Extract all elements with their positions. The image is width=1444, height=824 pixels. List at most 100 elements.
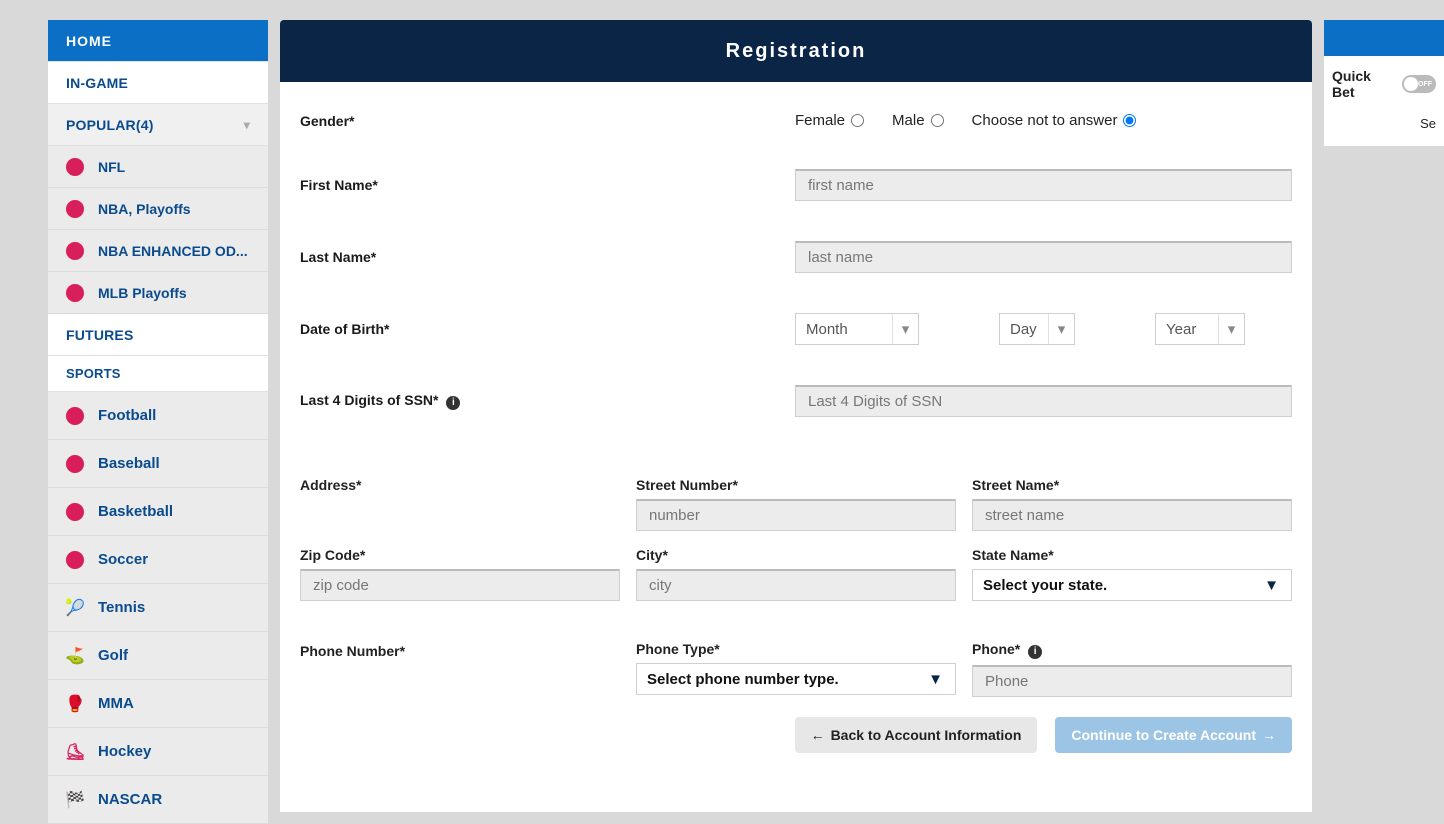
gender-na-option[interactable]: Choose not to answer — [972, 112, 1137, 129]
state-select[interactable]: Select your state. ▼ — [972, 569, 1292, 601]
nav-sports-header: SPORTS — [48, 356, 268, 392]
nav-home[interactable]: HOME — [48, 20, 268, 62]
nav-item-label: Football — [98, 407, 156, 424]
nav-sport-golf[interactable]: ⛳ Golf — [48, 632, 268, 680]
nav-futures[interactable]: FUTURES — [48, 314, 268, 356]
state-label: State Name* — [972, 547, 1292, 563]
registration-header: Registration — [280, 20, 1312, 82]
nav-sport-hockey[interactable]: ⛸ Hockey — [48, 728, 268, 776]
phone-input[interactable] — [972, 665, 1292, 697]
sidebar-nav: HOME IN-GAME POPULAR(4) ▾ NFL NBA, Playo… — [48, 20, 268, 812]
dob-month-select[interactable]: Month ▾ — [795, 313, 919, 345]
nav-item-label: NBA, Playoffs — [98, 201, 191, 217]
gender-male-radio[interactable] — [931, 114, 944, 127]
dob-month-text: Month — [806, 321, 848, 338]
gender-female-radio[interactable] — [851, 114, 864, 127]
street-name-input[interactable] — [972, 499, 1292, 531]
dob-day-select[interactable]: Day ▾ — [999, 313, 1075, 345]
caret-down-icon: ▼ — [1264, 577, 1279, 594]
gender-female-option[interactable]: Female — [795, 112, 864, 129]
city-label: City* — [636, 547, 956, 563]
last-name-label: Last Name* — [300, 249, 795, 265]
phone-type-select-text: Select phone number type. — [647, 671, 839, 688]
gender-label: Gender* — [300, 113, 795, 129]
continue-button[interactable]: Continue to Create Account → — [1055, 717, 1292, 753]
zip-label: Zip Code* — [300, 547, 620, 563]
chevron-down-icon: ▾ — [1218, 314, 1244, 344]
zip-input[interactable] — [300, 569, 620, 601]
nav-in-game[interactable]: IN-GAME — [48, 62, 268, 104]
basketball-icon — [66, 503, 84, 521]
nascar-icon: 🏁 — [66, 791, 84, 809]
address-label: Address* — [300, 477, 620, 493]
nav-item-label: MMA — [98, 695, 134, 712]
nav-item-label: Golf — [98, 647, 128, 664]
ssn-label-text: Last 4 Digits of SSN* — [300, 392, 438, 408]
nav-sport-football[interactable]: Football — [48, 392, 268, 440]
chevron-down-icon: ▾ — [1048, 314, 1074, 344]
quick-bet-toggle[interactable]: OFF — [1402, 75, 1436, 93]
state-select-text: Select your state. — [983, 577, 1107, 594]
quick-bet-label: Quick Bet — [1332, 68, 1396, 100]
gender-male-option[interactable]: Male — [892, 112, 944, 129]
football-icon — [66, 407, 84, 425]
gender-radio-group: Female Male Choose not to answer — [795, 112, 1292, 129]
back-button-label: Back to Account Information — [831, 727, 1022, 743]
info-icon[interactable]: i — [1028, 645, 1042, 659]
last-name-input[interactable] — [795, 241, 1292, 273]
phone-label: Phone* i — [972, 641, 1292, 659]
gender-male-text: Male — [892, 112, 925, 129]
tennis-icon: 🎾 — [66, 599, 84, 617]
city-input[interactable] — [636, 569, 956, 601]
continue-button-label: Continue to Create Account — [1071, 727, 1256, 743]
nav-sport-baseball[interactable]: Baseball — [48, 440, 268, 488]
golf-icon: ⛳ — [66, 647, 84, 665]
arrow-left-icon: ← — [811, 727, 825, 743]
nav-popular-mlb[interactable]: MLB Playoffs — [48, 272, 268, 314]
phone-label-text: Phone* — [972, 641, 1020, 657]
first-name-input[interactable] — [795, 169, 1292, 201]
nav-sport-mma[interactable]: 🥊 MMA — [48, 680, 268, 728]
hockey-icon: ⛸ — [66, 743, 84, 761]
nav-item-label: Hockey — [98, 743, 151, 760]
right-secondary-text: Se — [1332, 100, 1436, 131]
betslip-header — [1324, 20, 1444, 56]
nav-popular-nba-playoffs[interactable]: NBA, Playoffs — [48, 188, 268, 230]
nav-popular-nfl[interactable]: NFL — [48, 146, 268, 188]
gender-na-radio[interactable] — [1123, 114, 1136, 127]
nav-sport-tennis[interactable]: 🎾 Tennis — [48, 584, 268, 632]
phone-type-label: Phone Type* — [636, 641, 956, 657]
gender-female-text: Female — [795, 112, 845, 129]
gender-na-text: Choose not to answer — [972, 112, 1118, 129]
registration-form: Gender* Female Male Choose not to answer — [280, 82, 1312, 812]
nav-item-label: Baseball — [98, 455, 160, 472]
street-number-input[interactable] — [636, 499, 956, 531]
dob-year-select[interactable]: Year ▾ — [1155, 313, 1245, 345]
nav-popular-label: POPULAR(4) — [66, 117, 154, 133]
football-icon — [66, 158, 84, 176]
nav-item-label: NBA ENHANCED OD... — [98, 243, 248, 259]
dob-day-text: Day — [1010, 321, 1037, 338]
ssn-input[interactable] — [795, 385, 1292, 417]
nav-item-label: Soccer — [98, 551, 148, 568]
nav-sport-soccer[interactable]: Soccer — [48, 536, 268, 584]
info-icon[interactable]: i — [446, 396, 460, 410]
nav-sport-nascar[interactable]: 🏁 NASCAR — [48, 776, 268, 824]
chevron-down-icon: ▾ — [892, 314, 918, 344]
first-name-label: First Name* — [300, 177, 795, 193]
ssn-label: Last 4 Digits of SSN* i — [300, 392, 795, 410]
phone-number-label: Phone Number* — [300, 643, 620, 659]
street-name-label: Street Name* — [972, 477, 1292, 493]
nav-item-label: MLB Playoffs — [98, 285, 187, 301]
nav-popular[interactable]: POPULAR(4) ▾ — [48, 104, 268, 146]
nav-popular-nba-enhanced[interactable]: NBA ENHANCED OD... — [48, 230, 268, 272]
phone-type-select[interactable]: Select phone number type. ▼ — [636, 663, 956, 695]
mma-icon: 🥊 — [66, 695, 84, 713]
nav-sport-basketball[interactable]: Basketball — [48, 488, 268, 536]
back-button[interactable]: ← Back to Account Information — [795, 717, 1038, 753]
chevron-down-icon: ▾ — [244, 118, 250, 132]
nav-item-label: NASCAR — [98, 791, 162, 808]
baseball-icon — [66, 284, 84, 302]
dob-year-text: Year — [1166, 321, 1196, 338]
caret-down-icon: ▼ — [928, 671, 943, 688]
